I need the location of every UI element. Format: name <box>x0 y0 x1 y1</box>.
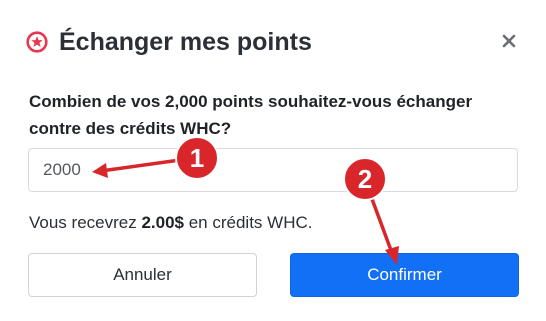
close-button[interactable] <box>500 30 518 52</box>
redeem-question: Combien de vos 2,000 points souhaitez-vo… <box>29 92 473 138</box>
close-icon <box>502 34 516 48</box>
confirm-button-label: Confirmer <box>367 265 442 284</box>
conversion-info-suffix: en crédits WHC. <box>184 213 313 232</box>
cancel-button-label: Annuler <box>113 265 172 284</box>
dialog-header: Échanger mes points <box>26 26 312 58</box>
conversion-amount: 2.00$ <box>141 213 184 232</box>
confirm-button[interactable]: Confirmer <box>290 253 519 297</box>
conversion-info-prefix: Vous recevrez <box>29 213 142 232</box>
conversion-info: Vous recevrez 2.00$ en crédits WHC. <box>29 211 312 235</box>
dialog-title: Échanger mes points <box>59 28 312 56</box>
redeem-points-dialog: Échanger mes points Combien de vos 2,000… <box>0 0 546 321</box>
points-amount-input[interactable] <box>28 148 518 192</box>
star-badge-icon <box>26 31 48 53</box>
cancel-button[interactable]: Annuler <box>28 253 257 297</box>
